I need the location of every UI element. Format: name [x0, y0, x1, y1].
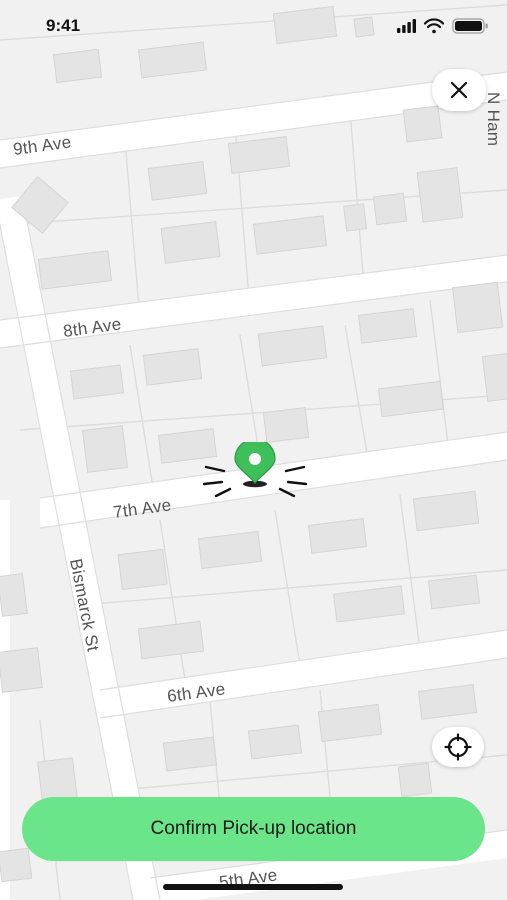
- pickup-pin-icon[interactable]: [200, 442, 310, 502]
- street-label-n-ham: N Ham: [484, 92, 503, 146]
- wifi-icon: [423, 18, 445, 34]
- status-icons: [397, 18, 488, 34]
- home-indicator: [163, 884, 343, 890]
- locate-me-icon: [444, 733, 472, 761]
- locate-me-button[interactable]: [432, 727, 484, 767]
- pickup-map-screen: 9th Ave 8th Ave 7th Ave 6th Ave 5th Ave …: [0, 0, 507, 900]
- status-bar: 9:41: [0, 0, 507, 52]
- close-button[interactable]: [432, 69, 486, 111]
- close-icon: [450, 81, 468, 99]
- pin-dot: [249, 453, 261, 465]
- confirm-pickup-button[interactable]: Confirm Pick-up location: [22, 797, 485, 861]
- battery-icon: [452, 18, 488, 34]
- status-time: 9:41: [46, 16, 81, 35]
- cellular-signal-icon: [397, 19, 416, 33]
